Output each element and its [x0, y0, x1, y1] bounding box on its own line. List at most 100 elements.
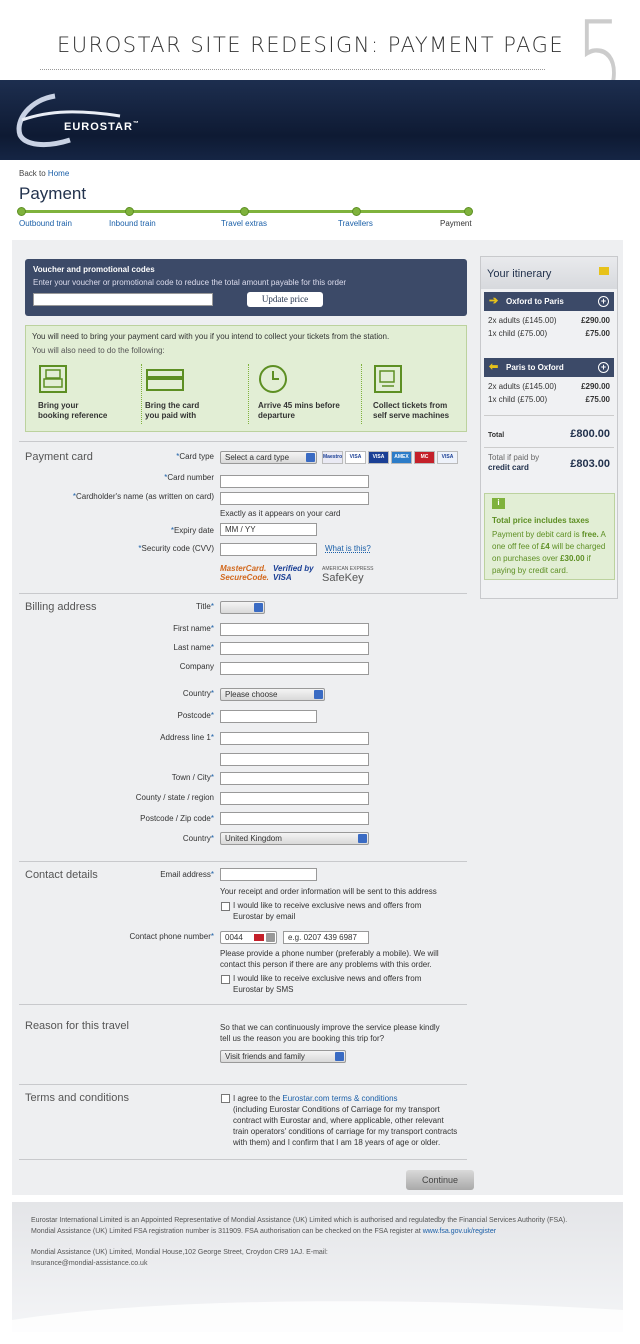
chevron-down-icon: [314, 690, 323, 699]
arrow-left-icon: ⬅: [489, 361, 499, 373]
terms-link[interactable]: Eurostar.com terms & conditions: [282, 1094, 397, 1103]
progress-step-extras[interactable]: Travel extras: [221, 219, 267, 228]
cardholder-label: *Cardholder's name (as written on card): [72, 492, 214, 501]
mastercard-securecode-logo: MasterCard. SecureCode.: [220, 564, 269, 582]
itinerary-heading: Your itinerary: [481, 257, 617, 289]
country-label: Country*: [182, 689, 214, 698]
progress-step-outbound[interactable]: Outbound train: [19, 219, 72, 228]
chevron-down-icon: [306, 453, 315, 462]
card-icon: [146, 369, 184, 391]
card-logo-icon: VISA: [368, 451, 389, 464]
card-logo-icon: MC: [414, 451, 435, 464]
progress-dot: [240, 207, 249, 216]
postzip-input[interactable]: [220, 812, 369, 825]
country-select[interactable]: Please choose: [220, 688, 325, 701]
footer: Eurostar International Limited is an App…: [12, 1202, 623, 1332]
progress-step-payment: Payment: [440, 219, 472, 228]
terms-text: I agree to the Eurostar.com terms & cond…: [233, 1094, 458, 1147]
voucher-input[interactable]: [33, 293, 213, 306]
pin-icon: [599, 267, 609, 275]
cvv-label: *Security code (CVV): [138, 544, 214, 553]
plus-icon: +: [598, 296, 609, 307]
card-number-input[interactable]: [220, 475, 369, 488]
postcode-input[interactable]: [220, 710, 317, 723]
country2-select[interactable]: United Kingdom: [220, 832, 369, 845]
step-arrive-early: Arrive 45 mins before departure: [252, 364, 362, 424]
last-name-label: Last name*: [173, 643, 214, 652]
sms-news-checkbox[interactable]: [221, 975, 230, 984]
voucher-panel: Voucher and promotional codes Enter your…: [25, 259, 467, 316]
home-link[interactable]: Home: [48, 169, 69, 178]
phone-label: Contact phone number*: [129, 932, 214, 941]
cvv-input[interactable]: [220, 543, 317, 556]
email-news-label: I would like to receive exclusive news a…: [233, 901, 422, 921]
step-collect-tickets: Collect tickets from self serve machines: [367, 364, 477, 424]
section-divider: [19, 441, 467, 442]
presentation-header: EUROSTAR SITE REDESIGN: PAYMENT PAGE 5: [0, 0, 640, 122]
page-top: [12, 160, 623, 240]
phone-input[interactable]: e.g. 0207 439 6987: [283, 931, 369, 944]
contact-heading: Contact details: [25, 869, 98, 881]
billing-heading: Billing address: [25, 601, 97, 613]
reason-text: So that we can continuously improve the …: [220, 1023, 440, 1043]
town-input[interactable]: [220, 772, 369, 785]
fsa-link[interactable]: www.fsa.gov.uk/register: [423, 1228, 496, 1235]
info-icon: i: [492, 498, 505, 509]
section-divider: [19, 861, 467, 862]
country-code-select[interactable]: 0044: [220, 931, 277, 944]
email-news-checkbox[interactable]: [221, 902, 230, 911]
route-inbound[interactable]: ⬅ Paris to Oxford +: [484, 358, 614, 377]
notice-line1: You will need to bring your payment card…: [32, 332, 390, 341]
eurostar-logo-icon[interactable]: [10, 90, 140, 150]
address-line1-input[interactable]: [220, 732, 369, 745]
progress-step-travellers[interactable]: Travellers: [338, 219, 373, 228]
voucher-heading: Voucher and promotional codes: [33, 265, 155, 274]
county-label: County / state / region: [135, 793, 214, 802]
plus-icon: +: [598, 362, 609, 373]
chevron-down-icon: [254, 603, 263, 612]
route-outbound[interactable]: ➔ Oxford to Paris +: [484, 292, 614, 311]
notice-line2: You will also need to do the following:: [32, 346, 165, 355]
footer-swoosh: [12, 1301, 623, 1332]
email-input[interactable]: [220, 868, 317, 881]
cardholder-input[interactable]: [220, 492, 369, 505]
continue-button[interactable]: Continue: [406, 1170, 474, 1190]
step-payment-card: Bring the card you paid with: [139, 364, 249, 424]
what-is-this-link[interactable]: What is this?: [325, 543, 371, 554]
last-name-input[interactable]: [220, 642, 369, 655]
progress-step-inbound[interactable]: Inbound train: [109, 219, 156, 228]
address-line1-label: Address line 1*: [160, 733, 214, 742]
county-input[interactable]: [220, 792, 369, 805]
email-link[interactable]: Insurance@mondial-assistance.co.uk: [31, 1258, 591, 1269]
site-header: EUROSTAR™: [0, 80, 640, 160]
reason-select[interactable]: Visit friends and family: [220, 1050, 346, 1063]
postzip-label: Postcode / Zip code*: [140, 814, 214, 823]
page-title: Payment: [19, 184, 87, 203]
card-type-select[interactable]: Select a card type: [220, 451, 317, 464]
update-price-button[interactable]: Update price: [247, 292, 323, 307]
terms-checkbox[interactable]: [221, 1094, 230, 1103]
card-logo-icon: Maestro: [322, 451, 343, 464]
chevron-down-icon: [358, 834, 367, 843]
phone-note: Please provide a phone number (preferabl…: [220, 949, 439, 969]
first-name-input[interactable]: [220, 623, 369, 636]
total-row: Total £800.00: [488, 428, 610, 440]
company-input[interactable]: [220, 662, 369, 675]
payment-heading: Payment card: [25, 451, 93, 463]
reason-heading: Reason for this travel: [25, 1020, 129, 1032]
section-divider: [19, 593, 467, 594]
printer-icon: [39, 365, 67, 393]
chevron-down-icon: [266, 933, 275, 942]
title-select[interactable]: [220, 601, 265, 614]
progress-dot: [17, 207, 26, 216]
email-label: Email address*: [160, 870, 214, 879]
email-note: Your receipt and order information will …: [220, 887, 437, 896]
arrow-right-icon: ➔: [489, 295, 499, 307]
expiry-input[interactable]: MM / YY: [220, 523, 317, 536]
credit-total-row: Total if paid by credit card £803.00: [488, 453, 610, 472]
breadcrumb: Back to Home: [19, 169, 70, 178]
address-line2-input[interactable]: [220, 753, 369, 766]
section-divider: [19, 1084, 467, 1085]
card-logo-icon: VISA: [437, 451, 458, 464]
cardholder-hint: Exactly as it appears on your card: [220, 509, 341, 518]
